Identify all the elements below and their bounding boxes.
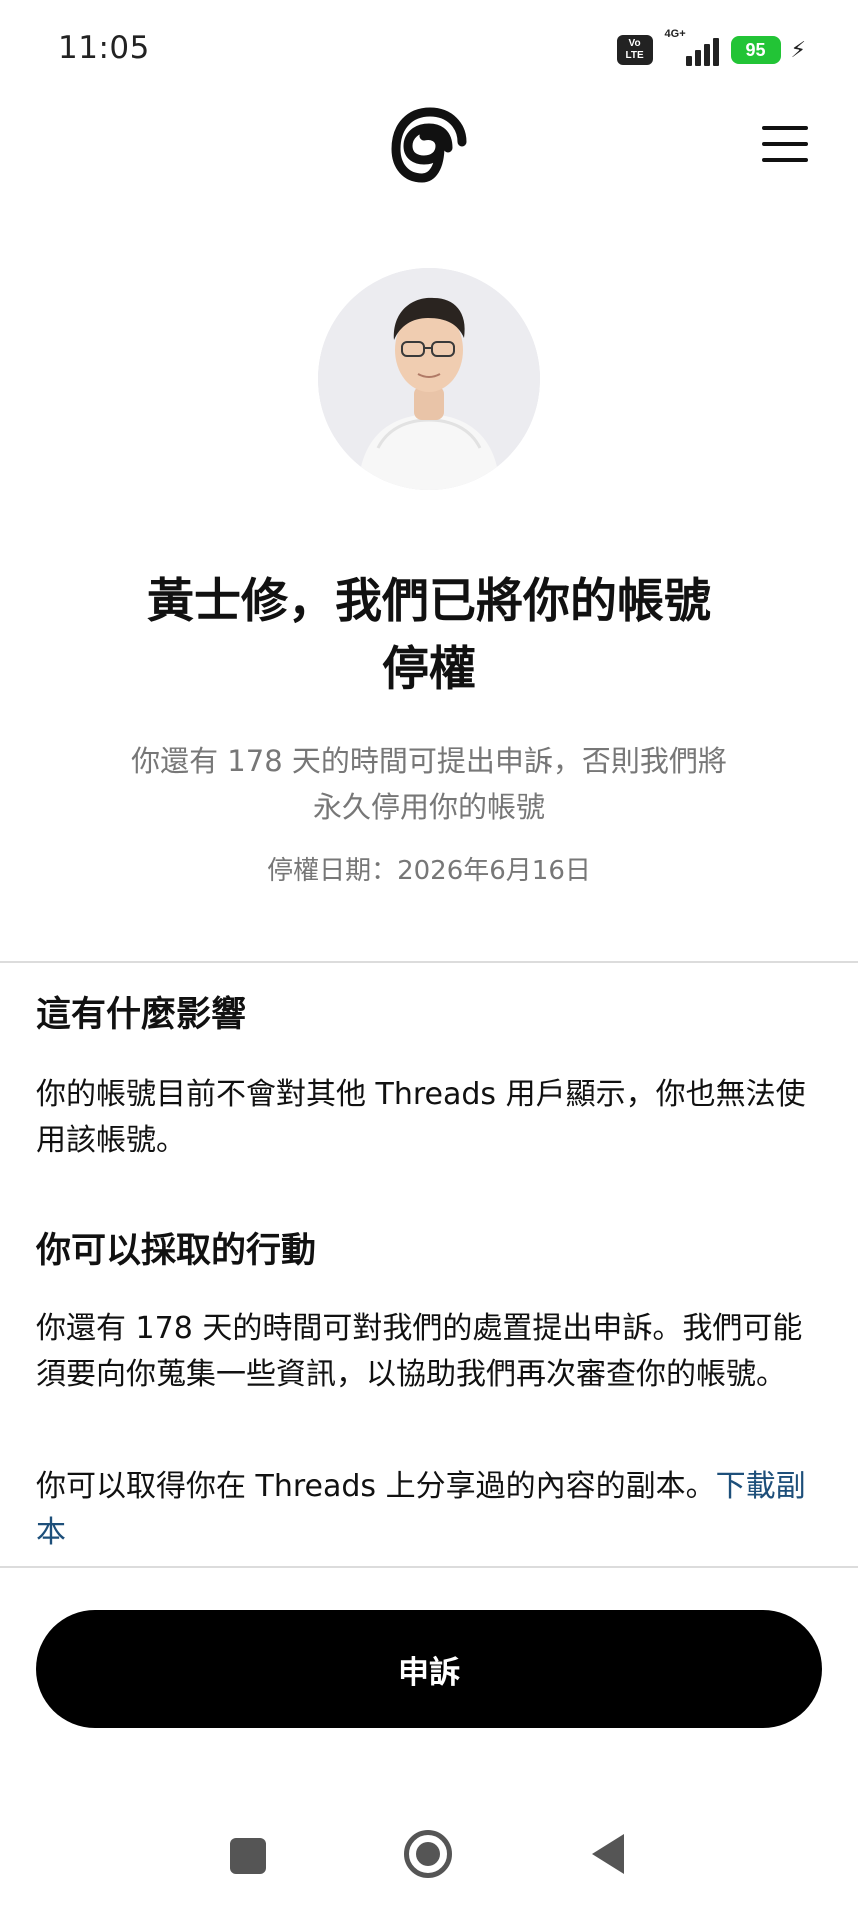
subtitle-line-1: 你還有 178 天的時間可提出申訴，否則我們將: [131, 744, 727, 778]
system-nav-bar: [0, 1800, 858, 1907]
hamburger-menu-icon[interactable]: [760, 122, 810, 166]
status-bar: 11:05 Vo LTE 4G+ 95 ⚡: [0, 0, 858, 100]
network-type-label: 4G+: [664, 28, 686, 40]
copy-text: 你可以取得你在 Threads 上分享過的內容的副本。下載副本: [36, 1464, 816, 1556]
impact-heading: 這有什麼影響: [36, 995, 247, 1035]
back-icon[interactable]: [592, 1834, 624, 1874]
impact-body: 你的帳號目前不會對其他 Threads 用戶顯示，你也無法使用該帳號。: [36, 1077, 806, 1158]
charging-icon: ⚡: [790, 37, 806, 63]
battery-icon: 95: [730, 36, 781, 64]
threads-logo-icon[interactable]: [388, 104, 470, 194]
volte-icon: Vo LTE: [616, 35, 653, 65]
page-title: 黃士修，我們已將你的帳號 停權: [80, 568, 778, 704]
copy-description: 你可以取得你在 Threads 上分享過的內容的副本。: [36, 1469, 716, 1504]
status-icons: Vo LTE 4G+ 95 ⚡: [616, 28, 806, 70]
volte-top-label: Vo: [628, 38, 641, 49]
divider: [0, 961, 858, 963]
actions-heading: 你可以採取的行動: [36, 1231, 317, 1271]
status-time: 11:05: [58, 30, 150, 66]
title-line-1: 黃士修，我們已將你的帳號: [147, 574, 711, 629]
avatar: [318, 268, 540, 490]
home-icon[interactable]: [404, 1830, 452, 1878]
subtitle-line-2: 永久停用你的帳號: [312, 790, 545, 824]
volte-bottom-label: LTE: [625, 50, 644, 61]
signal-icon: 4G+: [663, 28, 721, 68]
title-line-2: 停權: [382, 642, 476, 697]
appeal-button[interactable]: 申訴: [36, 1610, 822, 1728]
battery-level: 95: [745, 39, 766, 60]
recents-icon[interactable]: [230, 1838, 266, 1874]
actions-body: 你還有 178 天的時間可對我們的處置提出申訴。我們可能須要向你蒐集一些資訊，以…: [36, 1311, 803, 1392]
suspension-date: 停權日期：2026年6月16日: [267, 856, 591, 886]
divider: [0, 1566, 858, 1568]
appeal-deadline-text: 你還有 178 天的時間可提出申訴，否則我們將 永久停用你的帳號: [90, 738, 768, 830]
signal-bars: [685, 38, 719, 66]
